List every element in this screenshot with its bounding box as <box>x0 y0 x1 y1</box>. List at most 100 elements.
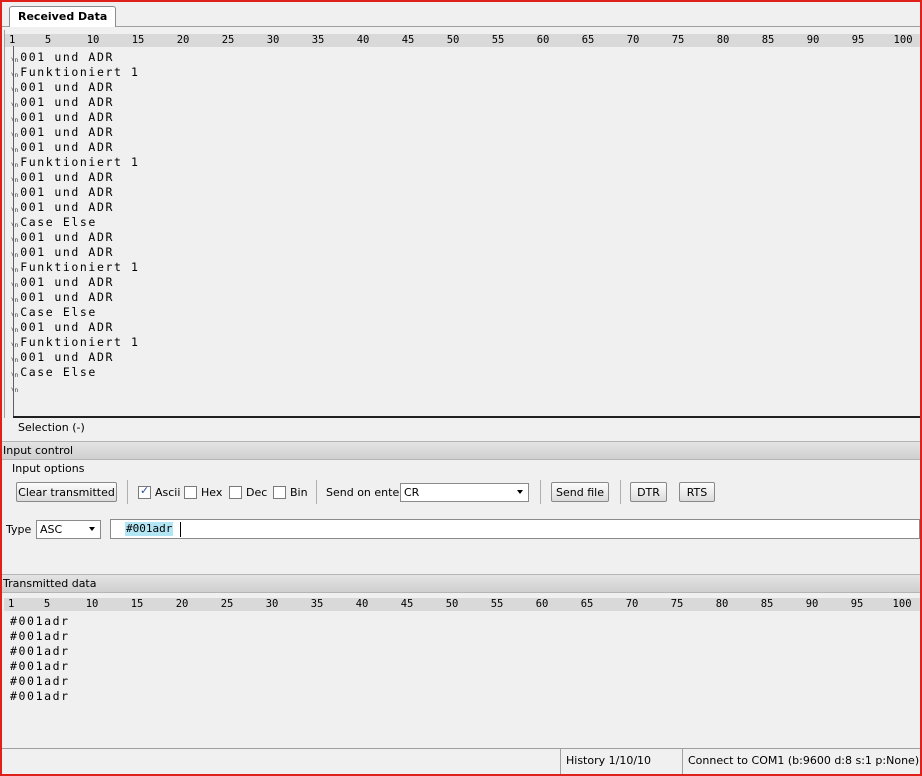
send-on-enter-select[interactable]: CR <box>400 483 529 502</box>
selection-label: Selection (-) <box>18 421 85 434</box>
chevron-down-icon <box>89 527 95 531</box>
checkbox-box <box>273 486 286 499</box>
received-line: \n Funktioniert 1 <box>11 260 911 275</box>
ruler-mark: 55 <box>491 34 505 46</box>
transmitted-line: #001adr <box>10 689 70 703</box>
ruler-mark: 30 <box>265 598 279 610</box>
ruler-mark: 80 <box>715 598 729 610</box>
transmitted-line: #001adr <box>10 674 70 688</box>
received-line: \n 001 und ADR <box>11 170 911 185</box>
received-line-text: Funktioniert 1 <box>20 155 140 169</box>
send-file-button[interactable]: Send file <box>551 482 609 502</box>
ruler-mark: 100 <box>892 598 912 610</box>
checkbox-box <box>138 484 151 499</box>
connection-status: Connect to COM1 (b:9600 d:8 s:1 p:None) <box>682 749 920 775</box>
ruler-mark: 95 <box>851 34 865 46</box>
received-line: \n 001 und ADR <box>11 185 911 200</box>
clear-transmitted-button[interactable]: Clear transmitted <box>16 482 117 502</box>
received-line: \n 001 und ADR <box>11 50 911 65</box>
received-line-text: 001 und ADR <box>20 125 114 139</box>
checkbox-label: Bin <box>290 486 308 499</box>
checkbox-box <box>229 486 242 499</box>
ruler-mark: 20 <box>175 598 189 610</box>
type-select[interactable]: ASC <box>36 520 101 539</box>
ruler-mark: 75 <box>671 34 685 46</box>
ruler-mark: 25 <box>220 598 234 610</box>
ruler-mark: 75 <box>670 598 684 610</box>
input-control-header[interactable]: Input control <box>2 441 921 460</box>
received-line: \n Funktioniert 1 <box>11 335 911 350</box>
checkbox-box <box>184 486 197 499</box>
ruler-mark: 35 <box>311 34 325 46</box>
rts-button[interactable]: RTS <box>679 482 715 502</box>
send-on-enter-label: Send on enter <box>326 486 404 499</box>
received-line-text: 001 und ADR <box>20 185 114 199</box>
received-line-text: 001 und ADR <box>20 110 114 124</box>
ruler-mark: 65 <box>581 34 595 46</box>
received-line-text: Funktioniert 1 <box>20 335 140 349</box>
ruler-mark: 40 <box>356 34 370 46</box>
send-on-enter-value: CR <box>404 486 420 499</box>
ruler-mark: 10 <box>85 598 99 610</box>
tab-received-data[interactable]: Received Data <box>9 6 117 27</box>
ruler-mark: 35 <box>310 598 324 610</box>
ruler-mark: 70 <box>626 34 640 46</box>
history-status: History 1/10/10 <box>560 749 682 775</box>
transmitted-data-panel[interactable]: 1 5 10 15 20 25 30 35 40 45 50 55 60 65 70 75 80 85 90 95 10… <box>4 598 920 746</box>
dec-checkbox[interactable]: Dec <box>229 486 267 500</box>
transmitted-data-header[interactable]: Transmitted data <box>2 574 921 593</box>
column-ruler: 1 5 10 15 20 25 30 35 40 45 50 55 60 65 70 75 80 85 90 95 10… <box>5 34 921 47</box>
received-line: \n 001 und ADR <box>11 230 911 245</box>
received-line-text: 001 und ADR <box>20 50 114 64</box>
ruler-mark: 15 <box>130 598 144 610</box>
ruler-mark: 90 <box>806 34 820 46</box>
hex-checkbox[interactable]: Hex <box>184 486 222 500</box>
received-line: \n 001 und ADR <box>11 95 911 110</box>
received-line-text: 001 und ADR <box>20 200 114 214</box>
received-line-text: 001 und ADR <box>20 290 114 304</box>
toolbar-separator <box>316 480 317 504</box>
transmitted-line: #001adr <box>10 614 70 628</box>
ruler-mark: 50 <box>446 34 460 46</box>
ruler-mark: 10 <box>86 34 100 46</box>
ruler-mark: 65 <box>580 598 594 610</box>
checkbox-label: Ascii <box>155 486 181 499</box>
received-line-text: 001 und ADR <box>20 245 114 259</box>
ruler-mark: 60 <box>535 598 549 610</box>
received-line-text: 001 und ADR <box>20 95 114 109</box>
checkbox-label: Hex <box>201 486 223 499</box>
received-lines[interactable]: \n 001 und ADR \n Funktioniert 1 \n 001 und A… <box>11 50 911 395</box>
status-bar: History 1/10/10 Connect to COM1 (b:9600 … <box>2 748 920 775</box>
ascii-checkbox[interactable]: Ascii <box>138 484 181 500</box>
dtr-button[interactable]: DTR <box>630 482 667 502</box>
received-line: \n 001 und ADR <box>11 350 911 365</box>
text-caret <box>180 522 181 537</box>
transmitted-lines[interactable]: #001adr #001adr #001adr #001adr #001adr #001a… <box>10 614 70 704</box>
bin-checkbox[interactable]: Bin <box>273 486 308 500</box>
column-ruler: 1 5 10 15 20 25 30 35 40 45 50 55 60 65 70 75 80 85 90 95 10… <box>4 598 920 611</box>
received-data-panel[interactable]: 1 5 10 15 20 25 30 35 40 45 50 55 60 65 70 75 80 85 90 95 10… <box>4 30 921 418</box>
received-line: \n <box>11 380 911 395</box>
ruler-mark: 90 <box>805 598 819 610</box>
ruler-mark: 15 <box>131 34 145 46</box>
transmitted-line: #001adr <box>10 629 70 643</box>
transmitted-line: #001adr <box>10 644 70 658</box>
ruler-mark: 80 <box>716 34 730 46</box>
received-line-text: Funktioniert 1 <box>20 260 140 274</box>
ruler-mark: 70 <box>625 598 639 610</box>
ruler-mark: 60 <box>536 34 550 46</box>
received-line-text: 001 und ADR <box>20 320 114 334</box>
received-line-text: 001 und ADR <box>20 80 114 94</box>
type-value: ASC <box>40 523 63 536</box>
received-line: \n Funktioniert 1 <box>11 155 911 170</box>
type-label: Type <box>6 523 32 536</box>
received-line-text: 001 und ADR <box>20 170 114 184</box>
received-line: \n 001 und ADR <box>11 125 911 140</box>
send-input[interactable]: #001adr <box>110 519 920 539</box>
ruler-mark: 45 <box>400 598 414 610</box>
received-line-text: Case Else <box>20 305 97 319</box>
received-line: \n Case Else <box>11 305 911 320</box>
ruler-mark: 20 <box>176 34 190 46</box>
received-line-text: 001 und ADR <box>20 350 114 364</box>
toolbar-separator <box>127 480 128 504</box>
